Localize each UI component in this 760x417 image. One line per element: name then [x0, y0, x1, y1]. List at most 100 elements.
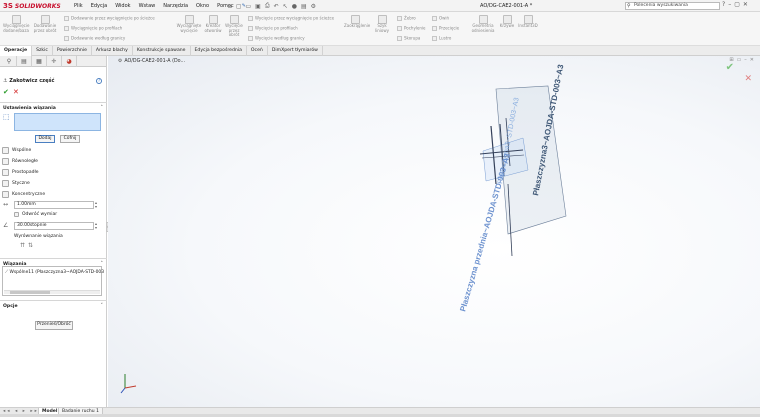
fillet-label: Zaokrąglenie [344, 23, 371, 28]
tab-features[interactable]: Operacje [0, 46, 33, 56]
swept-cut-label: Wycięcie przez wyciągnięcie po ścieżce [255, 15, 335, 21]
add-button[interactable]: Dodaj [35, 135, 55, 143]
property-manager-tab-icon[interactable]: ▤ [17, 56, 32, 67]
mate-tangent[interactable]: Styczne [2, 180, 30, 187]
search-icon: ⚲ [627, 3, 631, 9]
mirror-icon [432, 36, 437, 41]
rib-button[interactable]: Żebro [397, 16, 416, 21]
menu-view[interactable]: Widok [111, 3, 134, 9]
alignment-options[interactable]: ⇈⇅ [20, 242, 36, 249]
tab-evaluate[interactable]: Oceń [247, 46, 268, 56]
reference-geometry-button[interactable]: Geometria odniesienia [468, 15, 498, 33]
swept-cut-button[interactable]: Wycięcie przez wyciągnięcie po ścieżce [248, 16, 334, 21]
wrap-button[interactable]: Owiń [432, 16, 449, 21]
minimize-icon[interactable]: – [728, 1, 731, 8]
command-manager: Wyciągnięcie dodane/baza Dodawanie przez… [0, 12, 760, 46]
menu-window[interactable]: Okno [192, 3, 213, 9]
lofted-boss-button[interactable]: Wyciągnięcie po profilach [64, 26, 122, 31]
tab-weldments[interactable]: Konstrukcje spawane [133, 46, 191, 56]
mate-concentric[interactable]: Koncentryczne [2, 191, 45, 198]
menu-file[interactable]: Plik [70, 3, 87, 9]
extrude-boss-button[interactable]: Wyciągnięcie dodane/baza [3, 15, 29, 33]
curves-button[interactable]: Krzywe [498, 15, 516, 29]
search-commands-input[interactable]: ⚲ Polecenia wyszukiwania [625, 2, 720, 10]
property-manager-panel: ⚲ ▤ ▦ ✛ ◕ ⚓ Zakotwicz część ? ✔ ✕ Ustawi… [0, 56, 107, 407]
options-icon[interactable]: ⚙ [311, 3, 316, 10]
display-manager-tab-icon[interactable]: ◕ [62, 56, 77, 67]
intersect-button[interactable]: Przecięcie [432, 26, 459, 31]
revolve-boss-button[interactable]: Dodawanie przez obrót [32, 15, 58, 33]
new-document-icon[interactable]: ▢ [236, 3, 242, 10]
swept-boss-button[interactable]: Dodawanie przez wyciągnięcie po ścieżce [64, 16, 155, 21]
undo-icon[interactable]: ↶ [274, 3, 279, 10]
restore-icon[interactable]: ▢ [734, 1, 740, 8]
boundary-boss-button[interactable]: Dodawanie według granicy [64, 36, 125, 41]
distance-field[interactable]: 1.00mm [14, 201, 94, 209]
revolved-cut-button[interactable]: Wycięcie przez obrót [224, 15, 244, 38]
options-title: Opcje [3, 304, 18, 309]
app-logo[interactable]: 3S SOLIDWORKS [3, 2, 61, 10]
help-icon[interactable]: ? [96, 78, 102, 84]
draft-button[interactable]: Pochylenie [397, 26, 426, 31]
open-icon[interactable]: ▭ [245, 3, 251, 10]
close-window-icon[interactable]: ✕ [743, 1, 748, 8]
lofted-cut-button[interactable]: Wycięcie po profilach [248, 26, 298, 31]
shell-button[interactable]: Skorupa [397, 36, 420, 41]
mates-list-scrollbar[interactable] [4, 290, 100, 294]
print-icon[interactable]: ⎙ [265, 2, 270, 10]
distance-spinner[interactable]: ▴ ▾ [95, 201, 100, 209]
home-icon[interactable]: ⌂ [228, 3, 232, 10]
dimxpert-tab-icon[interactable]: ✛ [47, 56, 62, 67]
instant3d-button[interactable]: Instant3D [517, 15, 539, 29]
menu-insert[interactable]: Wstaw [135, 3, 160, 9]
mate-parallel[interactable]: Równoległe [2, 158, 38, 165]
feature-tree-tab-icon[interactable]: ⚲ [2, 56, 17, 67]
boundary-cut-button[interactable]: Wycięcie według granicy [248, 36, 305, 41]
linear-pattern-button[interactable]: Szyk liniowy [372, 15, 392, 33]
mate-item-icon: ⟋ [5, 270, 9, 275]
help-dropdown-icon[interactable]: ? [722, 1, 725, 8]
options-section: Opcje ˅ [0, 300, 107, 309]
graphics-area[interactable]: ⚙ AO/DG-CAE2-001-A (Do... ⊞ ▭ – ✕ ✔ ✕ Pł… [108, 56, 760, 407]
extruded-cut-button[interactable]: Wyciągnięte wycięcie [176, 15, 202, 33]
cancel-icon[interactable]: ✕ [13, 88, 19, 96]
search-placeholder: Polecenia wyszukiwania [634, 3, 688, 8]
flip-dimension-checkbox[interactable]: Odwróć wymiar [14, 212, 57, 217]
tab-dimxpert[interactable]: DimXpert tłymiarów [268, 46, 323, 56]
file-properties-icon[interactable]: ▤ [301, 3, 307, 10]
options-expand-icon[interactable]: ˅ [101, 303, 104, 309]
reference-geometry-label: Geometria odniesienia [471, 23, 495, 33]
revolve-boss-label: Dodawanie przez obrót [33, 23, 57, 33]
menu-bar: Plik Edycja Widok Wstaw Narzędzia Okno P… [70, 0, 250, 12]
tab-sheet-metal[interactable]: Arkusz blachy [92, 46, 133, 56]
mate-coincident[interactable]: Wspólne [2, 147, 31, 154]
draft-icon [397, 26, 402, 31]
collapse-icon[interactable]: ˄ [101, 105, 104, 111]
tab-direct-editing[interactable]: Edycja bezpośrednia [191, 46, 247, 56]
list-item[interactable]: ⟋ Wspólne11 (Płaszczyzna3~AOJDA-STD-003 [5, 269, 104, 275]
scrollbar-thumb[interactable] [10, 291, 50, 294]
ok-icon[interactable]: ✔ [3, 88, 9, 96]
save-icon[interactable]: ▣ [255, 3, 261, 10]
extruded-cut-label: Wyciągnięte wycięcie [176, 23, 202, 33]
tab-sketch[interactable]: Szkic [32, 46, 53, 56]
remove-button[interactable]: Cofnij [60, 135, 80, 143]
mates-list[interactable]: ⟋ Wspólne11 (Płaszczyzna3~AOJDA-STD-003 [2, 266, 104, 296]
configuration-tab-icon[interactable]: ▦ [32, 56, 47, 67]
tab-surfaces[interactable]: Powierzchnie [53, 46, 92, 56]
hole-wizard-button[interactable]: Kreator otworów [203, 15, 223, 33]
rebuild-icon[interactable]: ● [292, 3, 297, 10]
angle-spinner[interactable]: ▴ ▾ [95, 222, 100, 230]
mate-selections-box[interactable] [14, 113, 101, 131]
menu-tools[interactable]: Narzędzia [159, 3, 192, 9]
mate-perpendicular[interactable]: Prostopadłe [2, 169, 39, 176]
select-icon[interactable]: ↖ [283, 3, 288, 10]
move-rotate-button[interactable]: Przenieś/Obróć [35, 321, 73, 330]
fillet-button[interactable]: Zaokrąglenie [344, 15, 370, 29]
logo-ds: 3S [3, 2, 13, 10]
title-bar: 3S SOLIDWORKS Plik Edycja Widok Wstaw Na… [0, 0, 760, 12]
angle-field[interactable]: 30.00stopnie [14, 222, 94, 230]
wrap-label: Owiń [439, 15, 450, 21]
mirror-button[interactable]: Lustro [432, 36, 451, 41]
menu-edit[interactable]: Edycja [87, 3, 112, 9]
